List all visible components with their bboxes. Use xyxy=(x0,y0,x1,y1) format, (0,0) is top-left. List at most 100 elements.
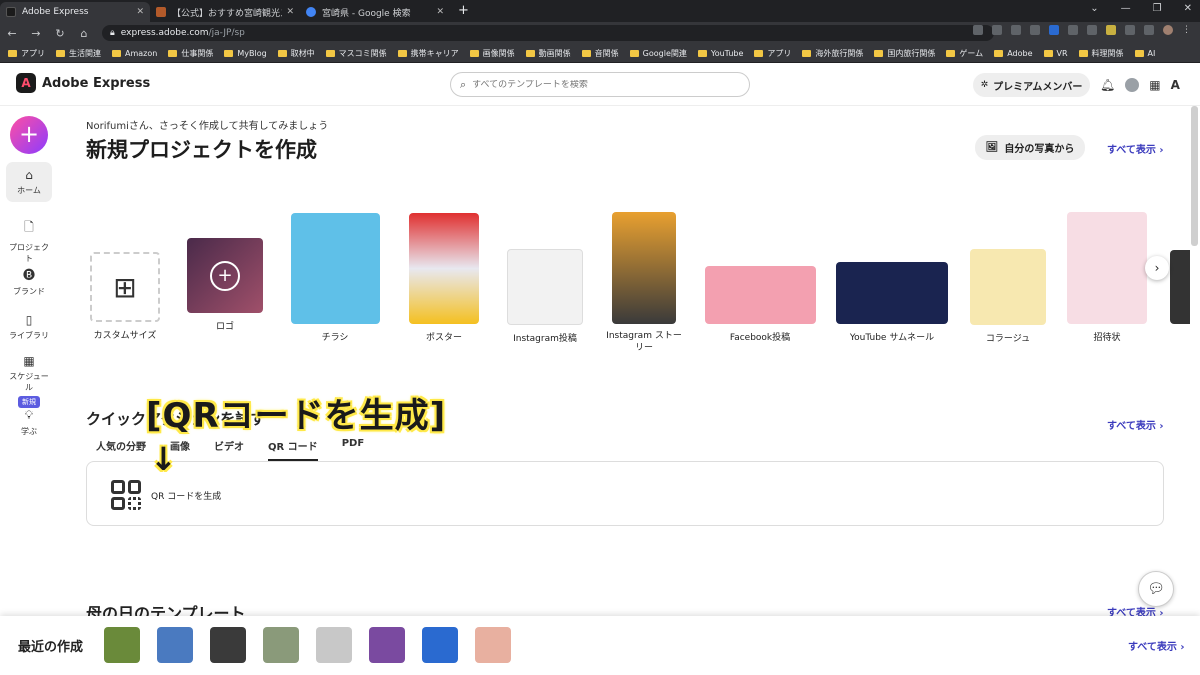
extension-icon[interactable] xyxy=(1087,25,1097,35)
back-icon[interactable]: ← xyxy=(6,27,18,40)
template-instagram-post[interactable]: Instagram投稿 xyxy=(506,249,584,344)
bookmark-item[interactable]: 海外旅行関係 xyxy=(802,48,863,59)
sidebar-item-home[interactable]: ⌂ ホーム xyxy=(6,162,52,202)
forward-icon[interactable]: → xyxy=(30,27,42,40)
chat-button[interactable]: 💬︎ xyxy=(1138,571,1174,607)
chat-icon: 💬︎ xyxy=(1147,581,1165,597)
adobe-icon[interactable]: A xyxy=(1171,78,1180,92)
star-icon[interactable] xyxy=(1011,25,1021,35)
bookmark-item[interactable]: 音関係 xyxy=(581,48,619,59)
puzzle-icon[interactable] xyxy=(1125,25,1135,35)
bookmark-item[interactable]: Amazon xyxy=(112,49,157,58)
bookmark-item[interactable]: YouTube xyxy=(697,49,743,58)
lock-icon: 🔒︎ xyxy=(110,28,115,38)
template-label: ロゴ xyxy=(215,322,234,332)
recent-thumb[interactable] xyxy=(157,627,193,663)
browser-tab-adobe[interactable]: Adobe Express ✕ xyxy=(0,2,150,22)
browser-tab-miyazaki[interactable]: 【公式】おすすめ宮崎観光スポット／ ✕ xyxy=(150,2,300,22)
extension-icon[interactable] xyxy=(1049,25,1059,35)
bell-icon[interactable]: 🔔︎ xyxy=(1100,78,1115,92)
template-invitation[interactable]: 招待状 xyxy=(1066,212,1148,343)
reload-icon[interactable]: ↻ xyxy=(54,27,66,40)
extension-icon[interactable] xyxy=(1030,25,1040,35)
sidebar-item-library[interactable]: ▯ ライブラリ xyxy=(6,313,52,341)
sidebar-item-projects[interactable]: 🗋︎ プロジェクト xyxy=(6,218,52,264)
close-icon[interactable]: ✕ xyxy=(136,7,144,17)
tab-pdf[interactable]: PDF xyxy=(342,438,364,461)
template-instagram-story[interactable]: Instagram ストーリー xyxy=(604,212,684,354)
extension-icon[interactable] xyxy=(1106,25,1116,35)
recent-thumb[interactable] xyxy=(263,627,299,663)
close-icon[interactable]: ✕ xyxy=(286,7,294,17)
bookmark-item[interactable]: MyBlog xyxy=(224,49,267,58)
maximize-icon[interactable]: ❐ xyxy=(1153,3,1162,14)
template-youtube-thumbnail[interactable]: YouTube サムネール xyxy=(835,262,949,343)
tab-qr-code[interactable]: QR コード xyxy=(268,438,318,461)
bookmark-item[interactable]: Adobe xyxy=(994,49,1033,58)
template-flyer[interactable]: チラシ xyxy=(290,213,380,343)
sidebar-item-schedule[interactable]: ▦ スケジュール 新規 xyxy=(6,354,52,408)
sidebar-item-learn[interactable]: 💡︎ 学ぶ xyxy=(6,408,52,437)
recent-thumb[interactable] xyxy=(104,627,140,663)
bookmark-item[interactable]: VR xyxy=(1043,49,1068,58)
chevron-down-icon[interactable]: ⌄ xyxy=(1090,3,1098,14)
bookmark-item[interactable]: AI xyxy=(1134,48,1156,58)
template-custom-size[interactable]: ⊞ カスタムサイズ xyxy=(88,252,162,341)
generate-qr-code-action[interactable]: QR コードを生成 xyxy=(111,480,221,510)
home-browser-icon[interactable]: ⌂ xyxy=(78,27,90,40)
sidebar-item-brand[interactable]: 🅑︎ ブランド xyxy=(6,266,52,297)
bookmark-item[interactable]: 取材中 xyxy=(277,48,315,59)
bookmark-item[interactable]: アプリ xyxy=(8,48,45,59)
url-host: express.adobe.com xyxy=(120,28,209,38)
bookmark-item[interactable]: 携帯キャリア xyxy=(397,48,459,59)
template-search[interactable]: ⌕ xyxy=(450,72,750,97)
install-icon[interactable] xyxy=(973,25,983,35)
sidepanel-icon[interactable] xyxy=(1144,25,1154,35)
bookmark-item[interactable]: 画像関係 xyxy=(469,48,515,59)
bookmark-item[interactable]: 仕事関係 xyxy=(168,48,213,59)
browser-tab-google[interactable]: 宮崎県 - Google 検索 ✕ xyxy=(300,2,450,22)
close-window-icon[interactable]: ✕ xyxy=(1184,3,1192,14)
share-icon[interactable] xyxy=(992,25,1002,35)
scrollbar[interactable] xyxy=(1191,106,1198,246)
create-new-button[interactable]: + xyxy=(10,116,48,154)
premium-member-button[interactable]: ✲ プレミアムメンバー xyxy=(973,73,1090,97)
bookmark-item[interactable]: 動画関係 xyxy=(525,48,571,59)
see-all-recent-link[interactable]: すべて表示 › xyxy=(1128,638,1185,653)
recent-thumb[interactable] xyxy=(369,627,405,663)
template-collage[interactable]: コラージュ xyxy=(969,249,1047,344)
avatar[interactable] xyxy=(1125,78,1140,92)
carousel-next-button[interactable]: › xyxy=(1145,256,1169,280)
template-facebook-post[interactable]: Facebook投稿 xyxy=(704,266,816,343)
tab-popular[interactable]: 人気の分野 xyxy=(96,438,146,461)
extension-icon[interactable] xyxy=(1068,25,1078,35)
new-tab-icon[interactable]: + xyxy=(458,2,469,22)
bookmark-item[interactable]: ゲーム xyxy=(946,48,983,59)
see-all-quick-actions-link[interactable]: すべて表示 › xyxy=(1107,417,1164,432)
bookmark-item[interactable]: Google関連 xyxy=(629,48,687,59)
menu-icon[interactable]: ⋮ xyxy=(1182,25,1192,35)
recent-thumb[interactable] xyxy=(210,627,246,663)
minimize-icon[interactable]: — xyxy=(1121,3,1131,14)
custom-size-icon: ⊞ xyxy=(113,270,137,304)
tab-video[interactable]: ビデオ xyxy=(214,438,244,461)
profile-icon[interactable] xyxy=(1163,25,1173,35)
recent-thumb[interactable] xyxy=(316,627,352,663)
see-all-templates-link[interactable]: すべて表示 › xyxy=(1107,141,1164,156)
close-icon[interactable]: ✕ xyxy=(436,7,444,17)
bookmark-item[interactable]: 料理関係 xyxy=(1078,48,1124,59)
apps-grid-icon[interactable]: ▦ xyxy=(1149,78,1160,92)
adobe-express-logo[interactable]: A Adobe Express xyxy=(16,73,150,93)
from-my-photo-button[interactable]: 🖼︎ 自分の写真から xyxy=(975,135,1085,160)
template-logo[interactable]: + ロゴ xyxy=(186,238,264,332)
recent-thumb[interactable] xyxy=(475,627,511,663)
bookmark-item[interactable]: マスコミ関係 xyxy=(325,48,387,59)
bookmark-label: AI xyxy=(1147,48,1156,58)
recent-thumb[interactable] xyxy=(422,627,458,663)
search-input[interactable] xyxy=(472,79,740,90)
bookmark-item[interactable]: アプリ xyxy=(754,48,791,59)
bookmark-item[interactable]: 生活関連 xyxy=(56,48,101,59)
bookmark-item[interactable]: 国内旅行関係 xyxy=(874,48,935,59)
template-poster[interactable]: ポスター xyxy=(408,213,480,343)
url-input[interactable]: 🔒︎ express.adobe.com/ja-JP/sp xyxy=(102,25,994,41)
